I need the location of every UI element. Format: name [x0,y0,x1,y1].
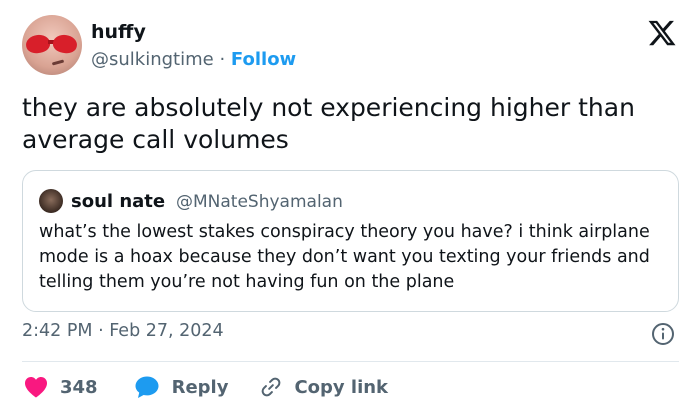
avatar-mouth [51,59,65,66]
quoted-author-avatar [39,189,63,213]
copy-link-button[interactable]: Copy link [260,376,388,398]
author-display-name[interactable]: huffy [91,21,146,43]
quoted-tweet-card[interactable]: soul nate @MNateShyamalan what’s the low… [22,170,679,312]
quoted-author-handle: @MNateShyamalan [176,192,343,212]
author-handle-line: @sulkingtime · Follow [91,49,296,70]
reply-label: Reply [171,376,229,398]
divider [22,361,679,362]
reply-bubble-icon [135,376,159,398]
author-avatar[interactable] [22,15,82,75]
tweet-text: they are absolutely not experiencing hig… [22,93,635,154]
reply-button[interactable]: Reply [134,375,229,399]
quoted-tweet-text: what’s the lowest stakes conspiracy theo… [39,222,650,292]
avatar-glasses-left [24,33,52,55]
quoted-author-name: soul nate [71,191,166,212]
author-handle[interactable]: @sulkingtime [91,49,214,70]
tweet-timestamp[interactable]: 2:42 PM · Feb 27, 2024 [22,321,224,341]
avatar-glasses-right [51,33,79,55]
follow-button[interactable]: Follow [231,49,296,70]
action-bar: 348 Reply Copy link [22,372,388,402]
like-count: 348 [60,376,98,398]
like-button[interactable]: 348 [22,376,98,398]
info-icon[interactable] [651,322,675,346]
handle-separator: · [219,49,226,70]
copy-link-label: Copy link [294,376,389,398]
heart-icon [25,377,47,398]
link-icon [262,377,281,397]
x-logo-icon[interactable] [647,18,677,48]
